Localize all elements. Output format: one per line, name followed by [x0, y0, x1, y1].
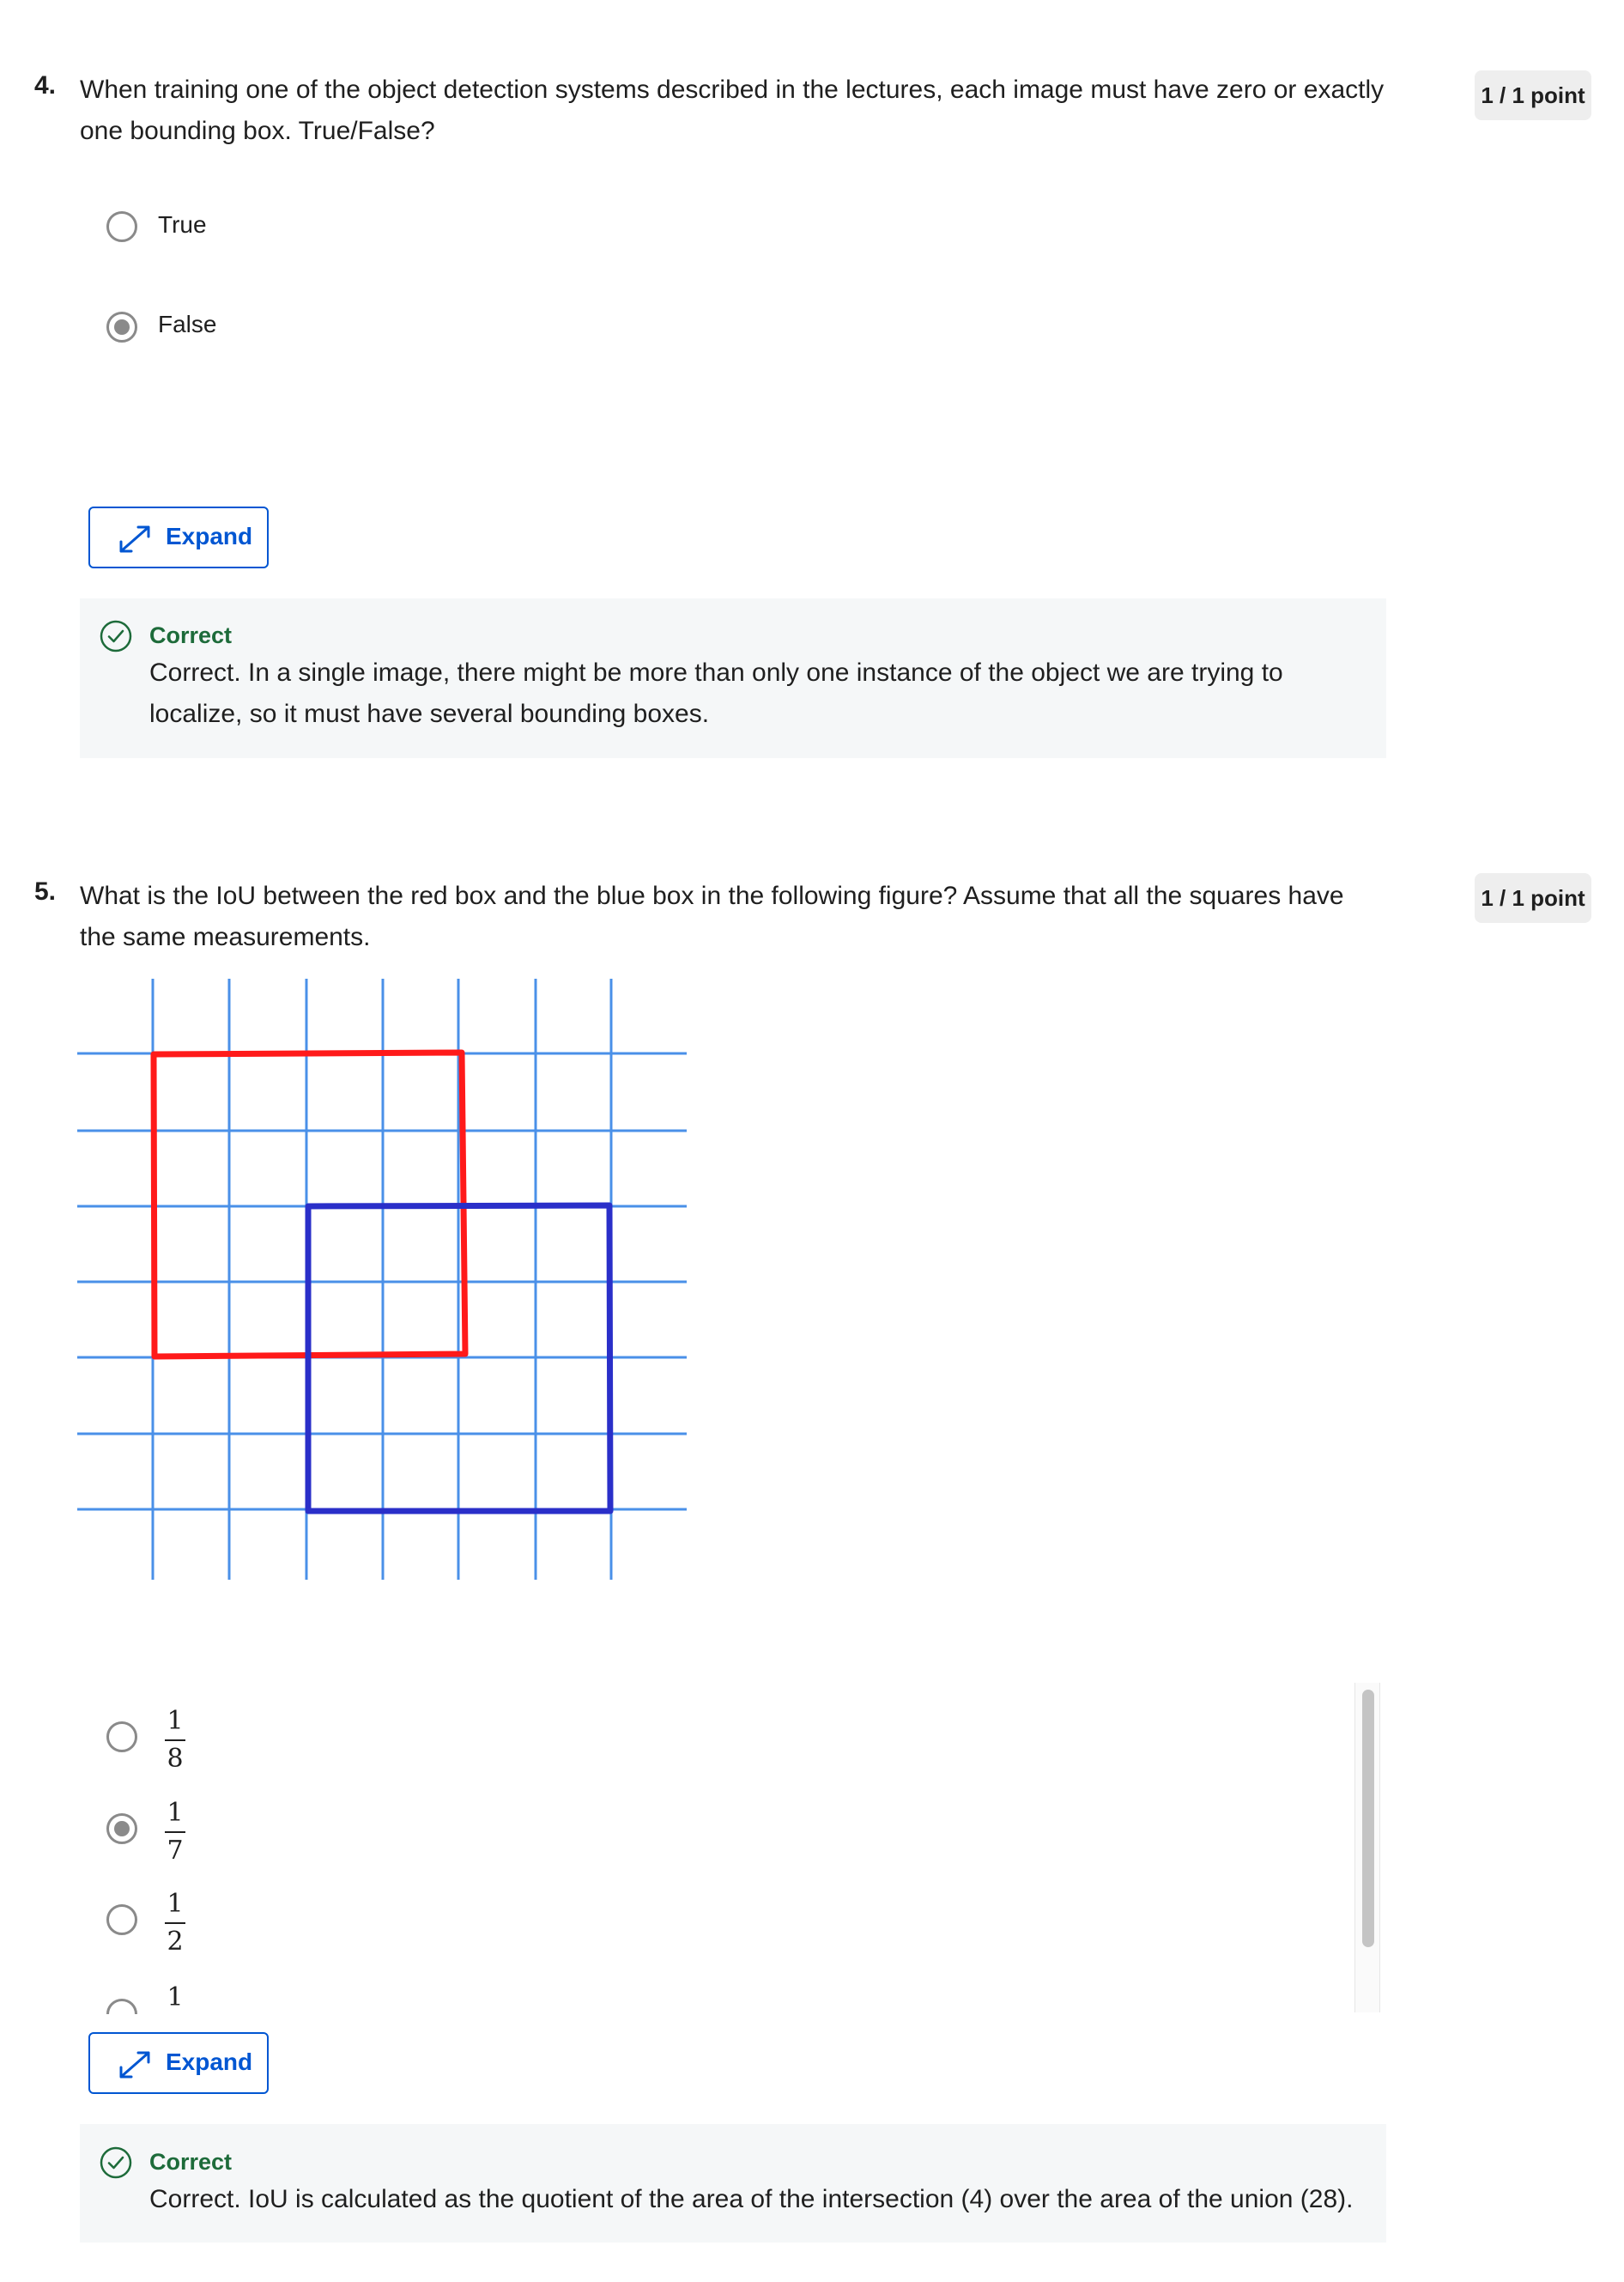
option-label: False	[158, 311, 217, 337]
fraction-numerator: 1	[167, 1798, 184, 1828]
fraction-label: 1 8	[162, 1707, 188, 1774]
question-text: What is the IoU between the red box and …	[80, 876, 1419, 958]
fraction-numerator: 1	[167, 1889, 184, 1919]
fraction-denominator: 2	[167, 1927, 184, 1957]
iou-figure	[77, 979, 687, 1580]
radio-button[interactable]	[106, 1904, 137, 1935]
fraction-bar	[165, 1739, 185, 1741]
fraction-denominator: 7	[167, 1836, 184, 1866]
expand-icon	[119, 2051, 150, 2079]
feedback-body: Correct. IoU is calculated as the quotie…	[149, 2185, 1354, 2213]
question-text-line: When training one of the object detectio…	[80, 76, 1385, 104]
expand-label: Expand	[166, 523, 253, 549]
feedback-title: Correct	[149, 622, 233, 648]
expand-button[interactable]: Expand	[88, 2032, 269, 2094]
fraction-bar	[165, 1922, 185, 1924]
feedback-panel: Correct Correct. In a single image, ther…	[80, 598, 1386, 758]
expand-label: Expand	[166, 2048, 253, 2075]
question-text-line: the same measurements.	[80, 923, 371, 951]
radio-button-selected[interactable]	[106, 1813, 137, 1844]
question-text: When training one of the object detectio…	[80, 70, 1419, 152]
feedback-line: localize, so it must have several boundi…	[149, 700, 710, 728]
expand-icon	[119, 525, 150, 553]
feedback-title: Correct	[149, 2149, 233, 2175]
feedback-line: Correct. In a single image, there might …	[149, 659, 1283, 687]
points-badge: 1 / 1 point	[1475, 70, 1591, 120]
question-text-line: What is the IoU between the red box and …	[80, 882, 1344, 910]
question-text-line: one bounding box. True/False?	[80, 117, 435, 145]
scrollbar-thumb[interactable]	[1362, 1690, 1374, 1947]
question-number: 5.	[34, 877, 57, 906]
fraction-numerator: 1	[167, 1706, 184, 1736]
answer-option-one[interactable]: 1	[0, 1983, 1373, 2014]
feedback-panel: Correct Correct. IoU is calculated as th…	[80, 2124, 1386, 2243]
question-number: 4.	[34, 71, 57, 100]
option-label: True	[158, 211, 207, 238]
options-scrollbar[interactable]	[1354, 1683, 1380, 2012]
grid-lines	[77, 979, 687, 1580]
fraction-label: 1 2	[162, 1890, 188, 1957]
feedback-body: Correct. In a single image, there might …	[149, 652, 1351, 735]
radio-button[interactable]	[106, 1999, 137, 2014]
fraction-label: 1 7	[162, 1799, 188, 1866]
radio-button-selected[interactable]	[106, 312, 137, 343]
points-badge: 1 / 1 point	[1475, 873, 1591, 923]
radio-button[interactable]	[106, 1721, 137, 1752]
check-circle-icon	[100, 620, 132, 652]
option-value: 1	[167, 1983, 184, 2012]
fraction-bar	[165, 1831, 185, 1833]
radio-button[interactable]	[106, 211, 137, 242]
check-circle-icon	[100, 2146, 132, 2179]
fraction-denominator: 8	[167, 1744, 184, 1774]
expand-button[interactable]: Expand	[88, 507, 269, 568]
